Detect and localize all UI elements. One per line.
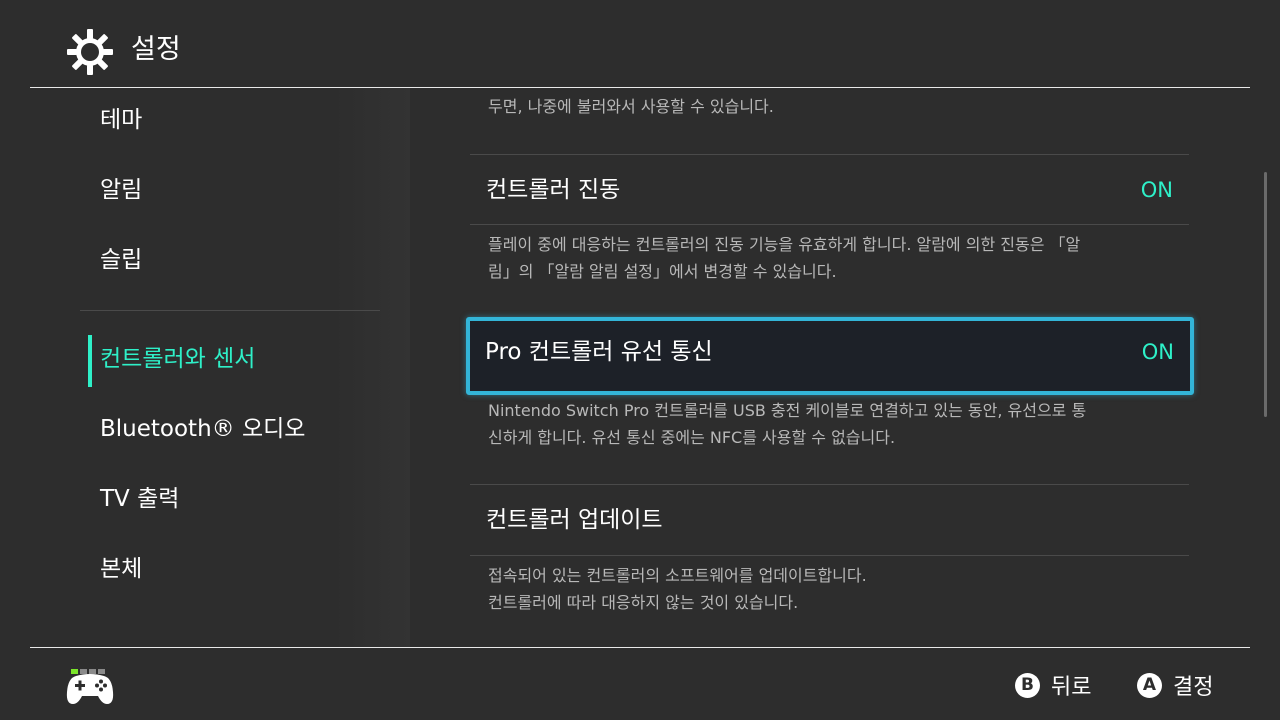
sidebar-item-controllers-sensors[interactable]: 컨트롤러와 센서 xyxy=(100,329,400,389)
a-button-icon: A xyxy=(1137,672,1162,698)
sidebar-item-sleep[interactable]: 슬립 xyxy=(100,230,400,290)
controller-update-description: 접속되어 있는 컨트롤러의 소프트웨어를 업데이트합니다. 컨트롤러에 따라 대… xyxy=(488,566,867,612)
settings-content: 두면, 나중에 불러와서 사용할 수 있습니다. 컨트롤러 진동 ON 플레이 … xyxy=(410,88,1250,647)
sidebar-active-indicator xyxy=(88,335,92,387)
pro-controller-wired-row[interactable]: Pro 컨트롤러 유선 통신 ON xyxy=(466,317,1194,395)
pro-controller-wired-label: Pro 컨트롤러 유선 통신 xyxy=(485,339,713,365)
confirm-button[interactable]: A 결정 xyxy=(1137,670,1213,700)
sidebar-item-notifications[interactable]: 알림 xyxy=(100,160,400,220)
pro-controller-wired-value: ON xyxy=(1141,340,1174,364)
sidebar-item-bluetooth-audio[interactable]: Bluetooth® 오디오 xyxy=(100,399,400,459)
controller-update-row[interactable]: 컨트롤러 업데이트 xyxy=(470,485,1189,555)
sidebar: 테마 알림 슬립 컨트롤러와 센서 Bluetooth® 오디오 TV 출력 본… xyxy=(30,88,410,647)
controller-vibration-value: ON xyxy=(1140,178,1173,202)
setting-description: 두면, 나중에 불러와서 사용할 수 있습니다. xyxy=(488,97,774,116)
scrollbar[interactable] xyxy=(1264,172,1267,417)
b-button-icon: B xyxy=(1015,672,1040,698)
page-title: 설정 xyxy=(131,34,181,65)
row-divider xyxy=(470,555,1189,556)
sidebar-item-tv-output[interactable]: TV 출력 xyxy=(100,469,400,529)
sidebar-item-system[interactable]: 본체 xyxy=(100,539,400,599)
controller-update-label: 컨트롤러 업데이트 xyxy=(486,507,663,533)
pro-controller-wired-description: Nintendo Switch Pro 컨트롤러를 USB 충전 케이블로 연결… xyxy=(488,401,1087,447)
confirm-label: 결정 xyxy=(1173,675,1214,700)
controller-vibration-description: 플레이 중에 대응하는 컨트롤러의 진동 기능을 유효하게 합니다. 알람에 의… xyxy=(488,235,1081,281)
controller-vibration-row[interactable]: 컨트롤러 진동 ON xyxy=(470,155,1189,225)
controller-icon xyxy=(66,674,114,704)
sidebar-item-theme[interactable]: 테마 xyxy=(100,90,400,150)
back-button[interactable]: B 뒤로 xyxy=(1015,670,1091,700)
back-label: 뒤로 xyxy=(1051,675,1092,700)
header: 설정 xyxy=(0,0,1280,88)
controller-vibration-label: 컨트롤러 진동 xyxy=(486,177,621,203)
row-divider xyxy=(470,224,1189,225)
footer: B 뒤로 A 결정 xyxy=(0,648,1280,720)
gear-icon xyxy=(67,29,113,75)
sidebar-divider xyxy=(80,310,380,311)
